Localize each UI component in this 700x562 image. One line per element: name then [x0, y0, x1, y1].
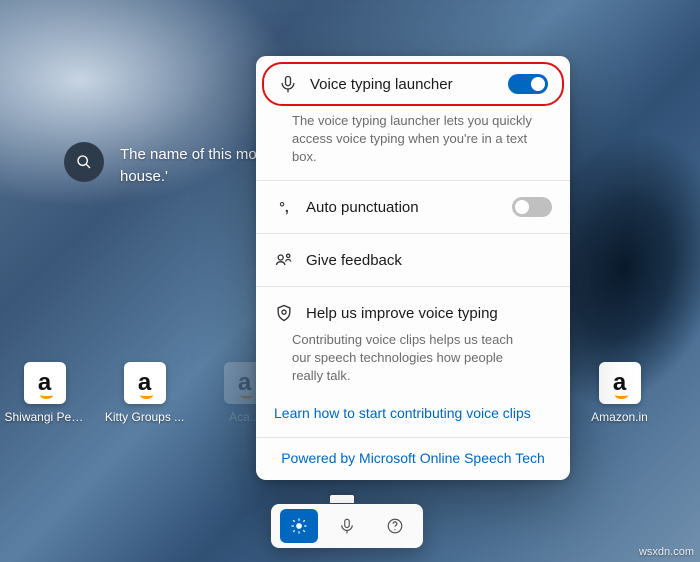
amazon-logo: a [613, 369, 626, 397]
divider [256, 286, 570, 287]
divider [256, 180, 570, 181]
voice-typing-launcher-row[interactable]: Voice typing launcher [262, 62, 564, 106]
amazon-logo: a [238, 369, 251, 397]
give-feedback-label: Give feedback [306, 252, 552, 269]
feedback-icon [274, 250, 294, 270]
amazon-tile: a [24, 362, 66, 404]
voice-launcher-toggle[interactable] [508, 74, 548, 94]
mic-button[interactable] [328, 509, 366, 543]
amazon-tile: a [599, 362, 641, 404]
voice-typing-toolbar [271, 504, 423, 548]
learn-contributing-link[interactable]: Learn how to start contributing voice cl… [256, 397, 570, 435]
auto-punctuation-toggle[interactable] [512, 197, 552, 217]
desktop-icon[interactable]: a Amazon.in [587, 362, 652, 424]
help-icon [386, 517, 404, 535]
search-placeholder-text: The name of this mo house.' [120, 144, 257, 188]
icon-label: Kitty Groups ... [105, 410, 184, 424]
punctuation-icon: °, [274, 199, 294, 215]
icon-label: Amazon.in [591, 410, 648, 424]
voice-launcher-desc: The voice typing launcher lets you quick… [256, 112, 570, 178]
divider [256, 233, 570, 234]
voice-typing-settings-panel: Voice typing launcher The voice typing l… [256, 56, 570, 480]
help-improve-desc: Contributing voice clips helps us teach … [256, 329, 570, 397]
help-button[interactable] [376, 509, 414, 543]
search-button[interactable] [64, 142, 104, 182]
auto-punctuation-label: Auto punctuation [306, 199, 500, 216]
desktop-icon[interactable]: a Shiwangi Pes... [12, 362, 77, 424]
mic-icon [278, 74, 298, 94]
help-improve-row[interactable]: Help us improve voice typing [256, 289, 570, 329]
auto-punctuation-row[interactable]: °, Auto punctuation [256, 183, 570, 231]
icon-label: Shiwangi Pes... [5, 410, 85, 424]
panel-connector [330, 495, 354, 503]
amazon-tile: a [124, 362, 166, 404]
amazon-logo: a [138, 369, 151, 397]
settings-button[interactable] [280, 509, 318, 543]
powered-by-link[interactable]: Powered by Microsoft Online Speech Tech [256, 440, 570, 474]
shield-icon [274, 303, 294, 323]
give-feedback-row[interactable]: Give feedback [256, 236, 570, 284]
desktop-icon[interactable]: a Kitty Groups ... [112, 362, 177, 424]
help-improve-label: Help us improve voice typing [306, 305, 552, 322]
mic-icon [338, 517, 356, 535]
divider [256, 437, 570, 438]
search-icon [76, 154, 92, 170]
amazon-logo: a [38, 369, 51, 397]
watermark: wsxdn.com [639, 546, 694, 558]
voice-launcher-label: Voice typing launcher [310, 76, 496, 93]
gear-icon [290, 517, 308, 535]
